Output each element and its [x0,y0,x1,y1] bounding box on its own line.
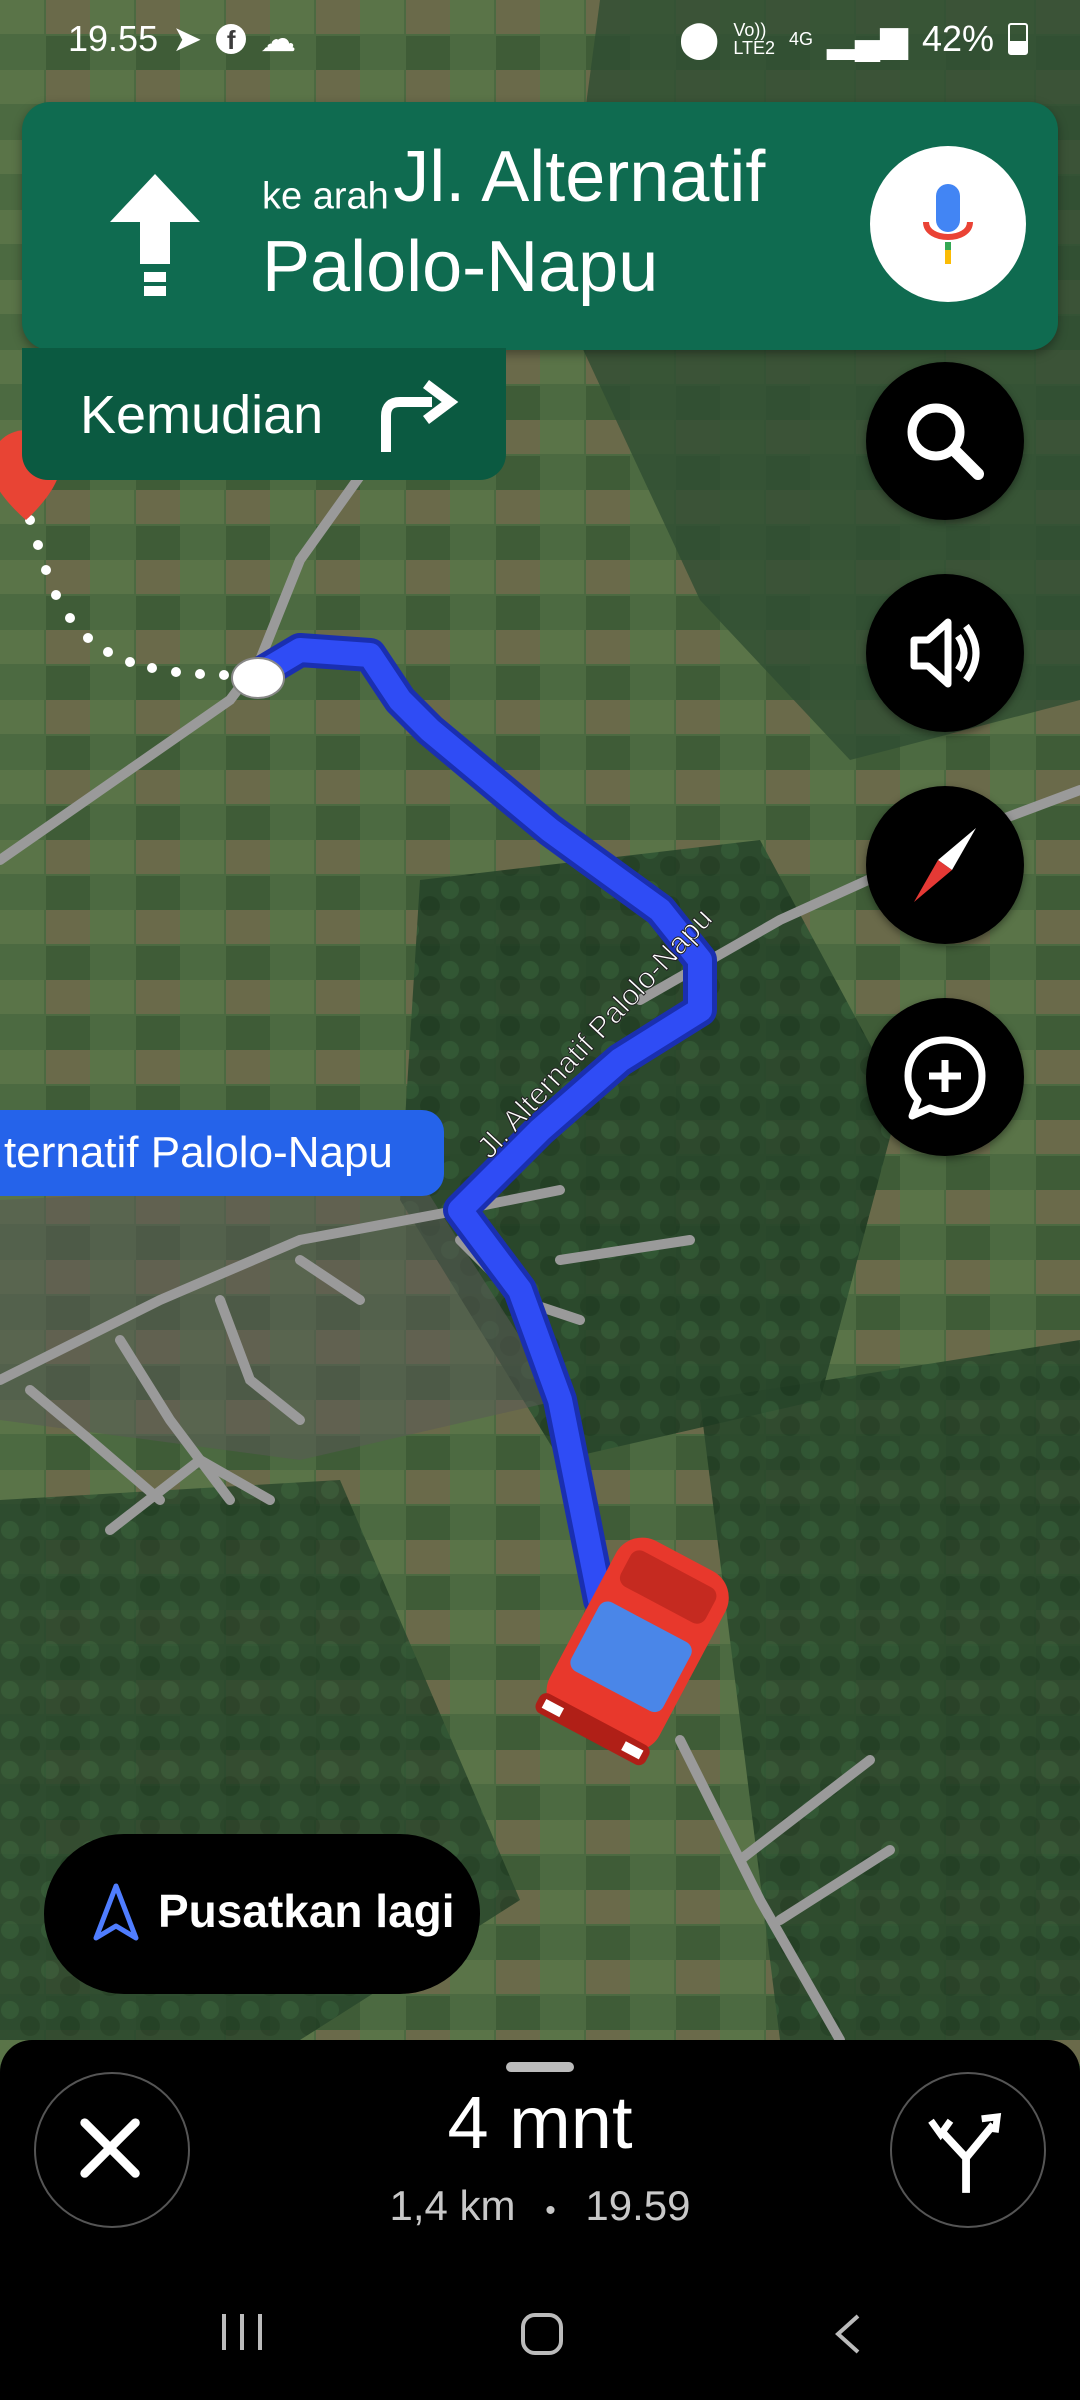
recenter-label: Pusatkan lagi [158,1885,455,1937]
voice-search-button[interactable] [870,146,1026,302]
cloud-icon: ☁ [260,18,297,59]
street-name: ke arah Jl. Alternatif [262,132,858,222]
lte-bottom-label: LTE2 [733,38,776,58]
arrival-time: 19.59 [585,2182,691,2229]
battery-percent: 42% [921,18,994,59]
separator-dot: • [545,2194,556,2227]
search-button[interactable] [866,362,1024,520]
battery-icon [1008,23,1028,55]
home-button[interactable] [520,2312,564,2361]
navigation-arrow-icon: ➤ [172,18,203,59]
compass-icon [914,828,976,902]
speaker-icon [910,618,980,688]
add-report-button[interactable] [866,998,1024,1156]
network-type: 4G [789,29,814,49]
facebook-icon: f [216,24,247,55]
status-time: 19.55 [68,18,159,59]
lte-top-label: Vo)) [733,20,767,40]
compass-button[interactable] [866,786,1024,944]
signal-icon: ▂▄▆ [827,18,908,59]
drag-handle[interactable] [506,2062,574,2072]
microphone-icon [923,184,973,264]
location-icon: ⬤ [679,18,720,59]
next-turn-banner[interactable]: Kemudian [22,348,506,480]
status-bar: 19.55 ➤ f ☁ ⬤ Vo)) LTE2 4G ▂▄▆ 42% [0,0,1080,80]
home-icon [521,2313,563,2355]
direction-banner[interactable]: ke arah Jl. Alternatif Palolo-Napu [22,102,1058,350]
recent-apps-button[interactable] [218,2312,266,2357]
system-nav-bar [0,2262,1080,2400]
back-icon [835,2314,860,2354]
trip-distance: 1,4 km [389,2182,516,2229]
search-icon [907,403,984,480]
recent-apps-icon [222,2314,262,2350]
back-button[interactable] [830,2312,866,2361]
turn-right-icon [381,380,459,452]
recenter-button[interactable]: Pusatkan lagi [44,1834,480,1994]
current-road-label: ternatif Palolo-Napu [0,1110,444,1196]
street-line-1: Jl. Alternatif [393,137,766,217]
report-plus-icon [904,1036,986,1120]
straight-arrow-icon [110,174,200,296]
fork-route-icon [928,2112,1002,2193]
alternate-routes-button[interactable] [890,2072,1046,2228]
then-label: Kemudian [80,385,324,445]
direction-prefix: ke arah [262,175,389,218]
street-line-2: Palolo-Napu [262,227,659,307]
sound-button[interactable] [866,574,1024,732]
lte-indicator: Vo)) LTE2 [733,21,775,57]
navigation-arrow-icon [93,1883,139,1941]
